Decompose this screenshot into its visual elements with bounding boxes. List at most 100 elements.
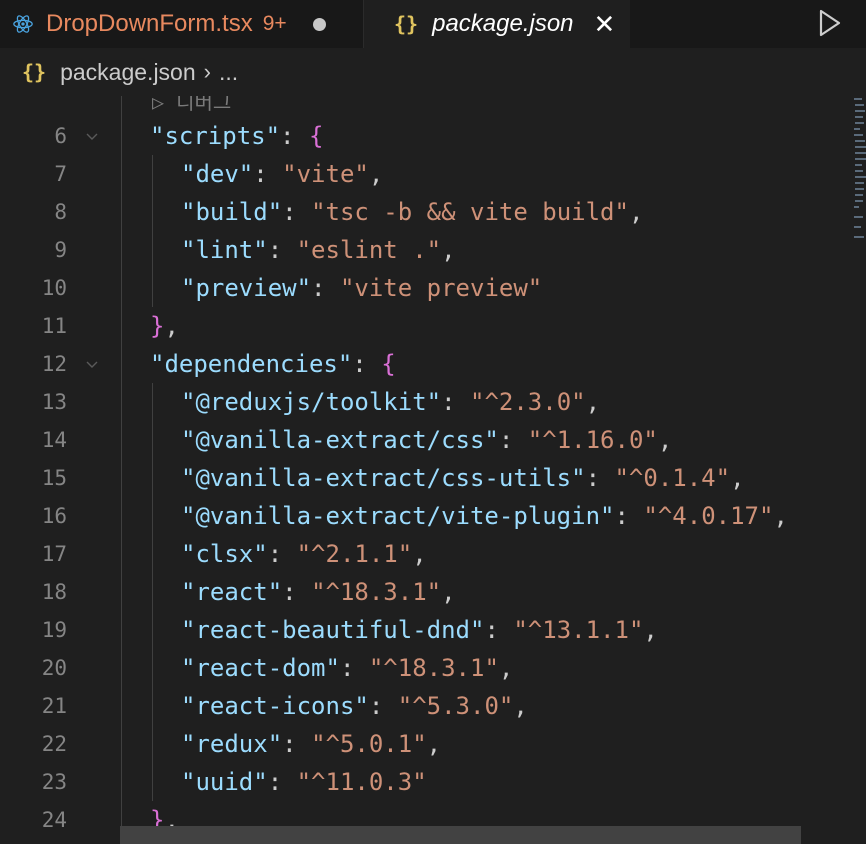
code-text: "lint": "eslint .",: [181, 231, 456, 269]
json-key: "uuid": [181, 768, 268, 796]
debug-codelens[interactable]: ▷ 디버그: [152, 96, 231, 115]
json-key: "dev": [181, 160, 254, 188]
tab-package-json[interactable]: {} package.json ✕: [364, 0, 630, 48]
line-number: 23: [41, 770, 67, 794]
json-separator: :: [311, 274, 340, 302]
line-number: 20: [41, 656, 67, 680]
json-comma: ,: [441, 236, 456, 264]
breadcrumb-more[interactable]: ...: [219, 59, 238, 86]
json-comma: ,: [498, 654, 514, 682]
line-number: 17: [41, 542, 67, 566]
line-number: 24: [41, 808, 67, 832]
json-value: "tsc -b && vite build": [311, 198, 629, 226]
json-comma: ,: [585, 388, 601, 416]
json-value: "^11.0.3": [296, 768, 427, 796]
line-number: 13: [41, 390, 67, 414]
code-text: "react-dom": "^18.3.1",: [181, 649, 513, 687]
code-text: "preview": "vite preview": [181, 269, 542, 307]
code-line[interactable]: 23 "uuid": "^11.0.3": [0, 763, 866, 801]
json-separator: :: [498, 426, 528, 454]
json-key: "redux": [181, 730, 283, 758]
line-number: 6: [54, 124, 67, 148]
run-play-icon[interactable]: [814, 7, 844, 39]
code-text: "dev": "vite",: [181, 155, 383, 193]
fold-chevron-icon[interactable]: [86, 130, 98, 142]
json-comma: ,: [657, 426, 673, 454]
json-value: "^18.3.1": [368, 654, 499, 682]
indent-guide: [152, 155, 153, 307]
json-key: "@vanilla-extract/vite-plugin": [181, 502, 615, 530]
json-value: "vite": [282, 160, 369, 188]
code-line[interactable]: 11},: [0, 307, 866, 345]
code-text: "@vanilla-extract/css-utils": "^0.1.4",: [181, 459, 745, 497]
json-value: "eslint .": [296, 236, 442, 264]
json-comma: ,: [426, 730, 442, 758]
code-line[interactable]: 8 "build": "tsc -b && vite build",: [0, 193, 866, 231]
unsaved-dot-icon[interactable]: [312, 17, 326, 31]
json-brace: {: [308, 122, 324, 150]
json-key: "clsx": [181, 540, 268, 568]
code-line[interactable]: 18 "react": "^18.3.1",: [0, 573, 866, 611]
json-icon: {}: [22, 60, 47, 84]
line-number: 21: [41, 694, 67, 718]
code-editor[interactable]: ▷ 디버그 6 "scripts": {7 "dev": "vite", 8 "buil…: [0, 96, 866, 844]
line-number: 16: [41, 504, 67, 528]
json-value: "^13.1.1": [513, 616, 644, 644]
line-number: 8: [54, 200, 67, 224]
code-line[interactable]: 15 "@vanilla-extract/css-utils": "^0.1.4"…: [0, 459, 866, 497]
json-separator: :: [441, 388, 470, 416]
code-text: "scripts": {: [150, 117, 323, 155]
json-key: "preview": [181, 274, 312, 302]
code-text: },: [150, 307, 179, 345]
close-icon[interactable]: ✕: [594, 11, 616, 37]
code-text: "@vanilla-extract/vite-plugin": "^4.0.17…: [181, 497, 788, 535]
json-key: "scripts": [150, 122, 281, 150]
json-value: "vite preview": [339, 274, 543, 302]
tab-dropdownform[interactable]: DropDownForm.tsx 9+: [0, 0, 364, 48]
code-line[interactable]: 19 "react-beautiful-dnd": "^13.1.1",: [0, 611, 866, 649]
json-separator: :: [368, 692, 398, 720]
horizontal-scrollbar[interactable]: [120, 826, 801, 844]
json-separator: :: [352, 350, 382, 378]
code-line[interactable]: 14 "@vanilla-extract/css": "^1.16.0",: [0, 421, 866, 459]
line-number: 11: [41, 314, 67, 338]
json-key: "react-dom": [181, 654, 340, 682]
code-line[interactable]: 12 "dependencies": {: [0, 345, 866, 383]
json-value: "^18.3.1": [311, 578, 442, 606]
fold-chevron-icon[interactable]: [86, 358, 98, 370]
json-key: "lint": [181, 236, 268, 264]
code-line[interactable]: 13 "@reduxjs/toolkit": "^2.3.0",: [0, 383, 866, 421]
minimap[interactable]: [852, 96, 866, 256]
code-line[interactable]: 21 "react-icons": "^5.3.0",: [0, 687, 866, 725]
json-separator: :: [282, 578, 312, 606]
line-number: 12: [41, 352, 67, 376]
code-line[interactable]: 10 "preview": "vite preview": [0, 269, 866, 307]
json-key: "build": [181, 198, 283, 226]
code-line[interactable]: 6 "scripts": {: [0, 117, 866, 155]
line-number: 7: [54, 162, 67, 186]
json-comma: ,: [643, 616, 658, 644]
chevron-right-icon: ›: [203, 59, 211, 84]
json-key: "react-beautiful-dnd": [181, 616, 485, 644]
json-comma: ,: [513, 692, 528, 720]
json-key: "@vanilla-extract/css-utils": [181, 464, 586, 492]
code-line[interactable]: 7 "dev": "vite",: [0, 155, 866, 193]
json-comma: ,: [730, 464, 745, 492]
code-text: "redux": "^5.0.1",: [181, 725, 441, 763]
code-text: "build": "tsc -b && vite build",: [181, 193, 643, 231]
json-key: "dependencies": [150, 350, 353, 378]
json-value: "^2.1.1": [296, 540, 413, 568]
json-brace: {: [381, 350, 396, 378]
code-text: "@reduxjs/toolkit": "^2.3.0",: [181, 383, 600, 421]
indent-guide: [152, 383, 153, 801]
breadcrumb-file[interactable]: package.json: [60, 59, 196, 86]
code-line[interactable]: 20 "react-dom": "^18.3.1",: [0, 649, 866, 687]
json-key: "react-icons": [181, 692, 369, 720]
code-line[interactable]: 9 "lint": "eslint .",: [0, 231, 866, 269]
line-number: 22: [41, 732, 67, 756]
json-value: "^2.3.0": [470, 388, 586, 416]
code-line[interactable]: 16 "@vanilla-extract/vite-plugin": "^4.0.…: [0, 497, 866, 535]
problem-count-badge: 9+: [262, 12, 287, 35]
code-line[interactable]: 22 "redux": "^5.0.1",: [0, 725, 866, 763]
code-line[interactable]: 17 "clsx": "^2.1.1",: [0, 535, 866, 573]
